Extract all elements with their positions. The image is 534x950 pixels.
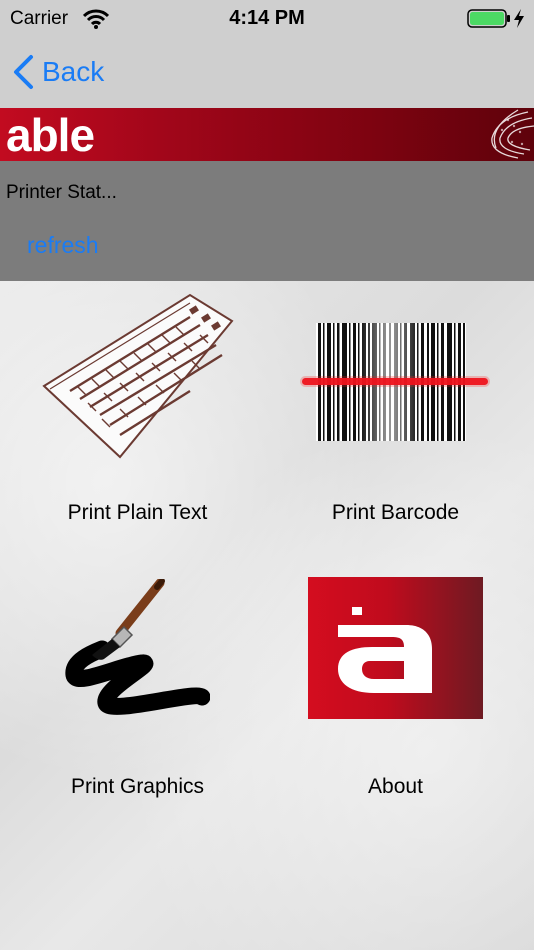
action-grid: Print Plain Text Print Barcode Print Gra… — [0, 281, 534, 950]
print-barcode-tile[interactable]: Print Barcode — [262, 281, 529, 551]
status-bar: Carrier 4:14 PM — [0, 0, 534, 40]
battery-icon — [467, 9, 510, 28]
about-label: About — [368, 775, 423, 798]
decorative-swirl-icon — [491, 109, 534, 159]
back-button[interactable]: Back — [12, 52, 104, 92]
paintbrush-icon — [65, 579, 210, 715]
chevron-left-icon — [14, 55, 33, 89]
navigation-bar: Back — [0, 40, 534, 108]
barcode-scanner-icon — [300, 323, 490, 441]
keyboard-icon — [42, 293, 234, 459]
print-plain-text-tile[interactable]: Print Plain Text — [4, 281, 271, 551]
printer-status-panel: Printer Stat... refresh — [0, 161, 534, 281]
print-plain-text-label: Print Plain Text — [67, 501, 208, 524]
printer-status-label: Printer Stat... — [6, 182, 117, 203]
charging-bolt-icon — [514, 9, 524, 28]
able-logo-icon — [308, 577, 483, 719]
print-graphics-label: Print Graphics — [70, 775, 205, 798]
print-graphics-tile[interactable]: Print Graphics — [4, 561, 271, 831]
able-logo: able — [6, 113, 95, 157]
svg-text:able: able — [6, 113, 94, 157]
brand-banner: able — [0, 108, 534, 161]
refresh-button[interactable]: refresh — [27, 232, 99, 259]
back-button-label: Back — [42, 56, 105, 87]
about-tile[interactable]: About — [262, 561, 529, 831]
clock-time: 4:14 PM — [229, 7, 305, 29]
print-barcode-label: Print Barcode — [331, 501, 460, 524]
